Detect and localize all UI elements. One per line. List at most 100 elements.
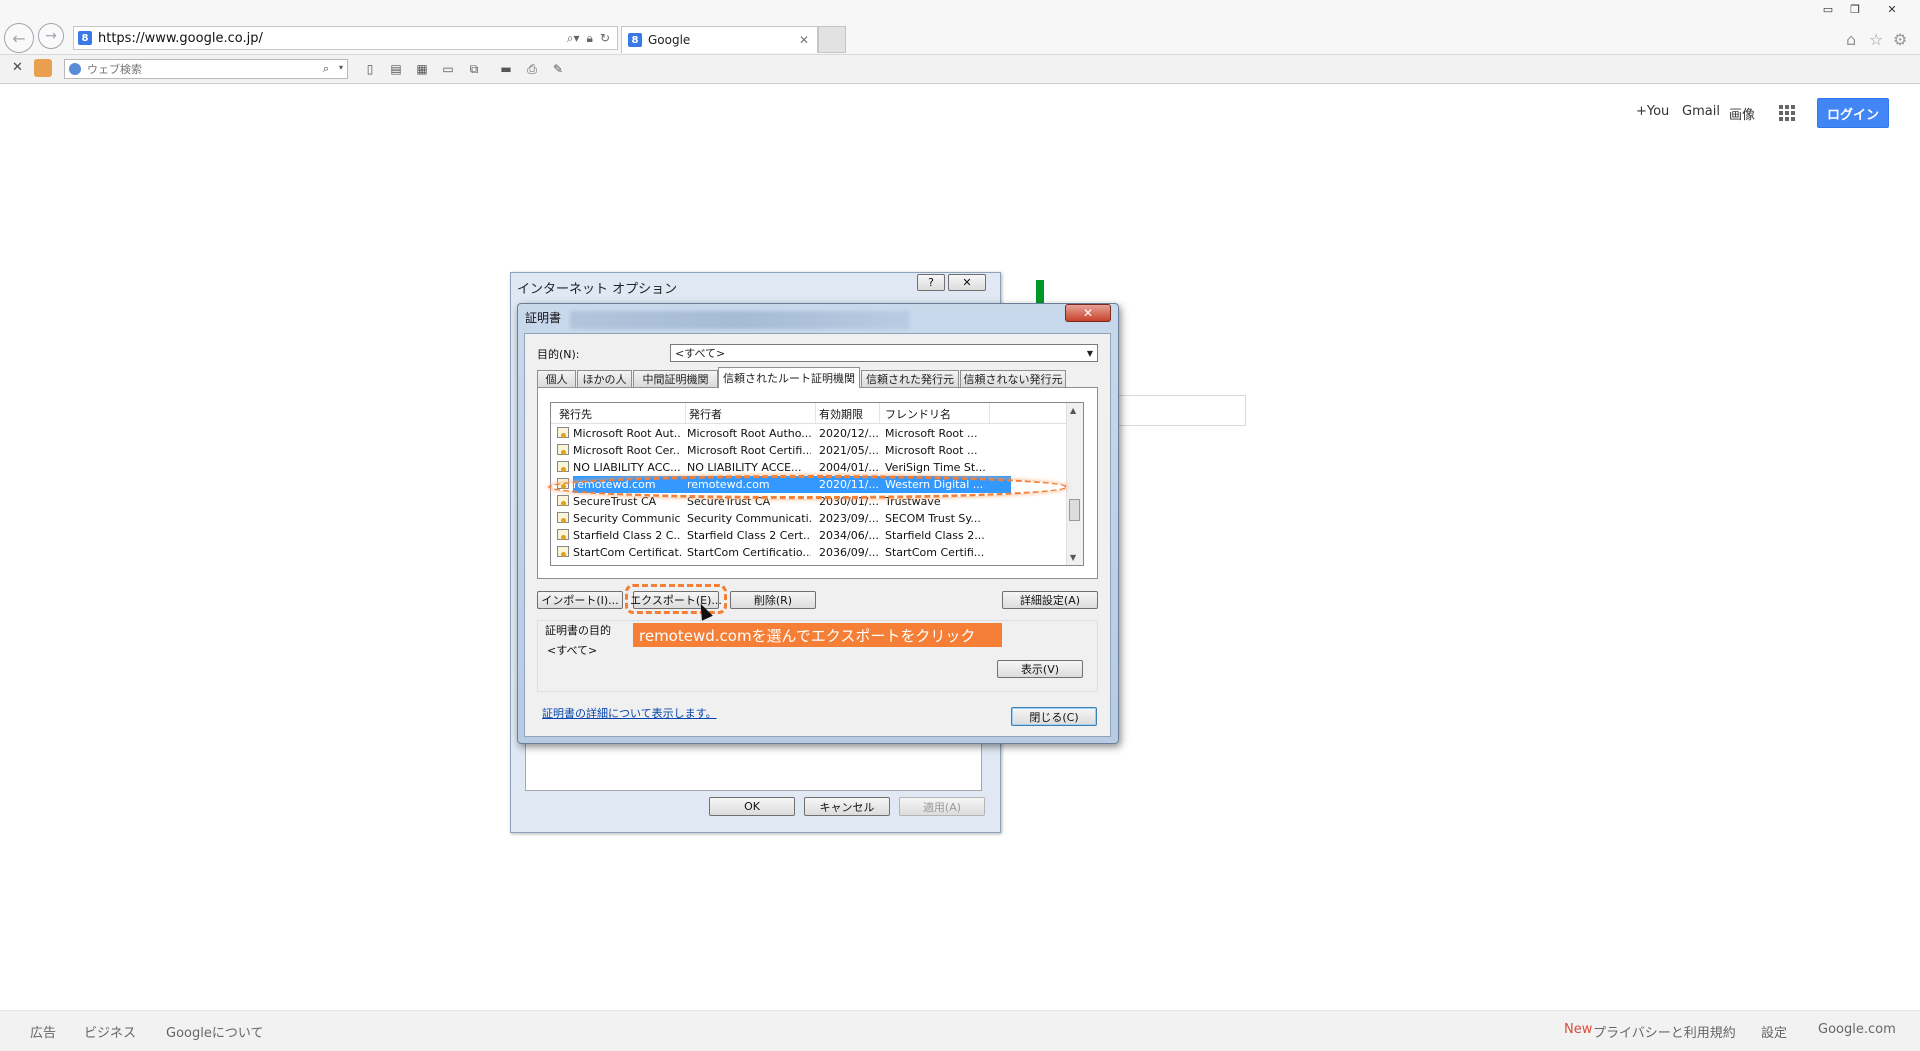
table-row[interactable]: Microsoft Root Cer... Microsoft Root Cer… xyxy=(551,442,1068,459)
io-ok-button[interactable]: OK xyxy=(709,797,795,816)
certificate-icon xyxy=(557,444,569,455)
page-icon[interactable]: ▯ xyxy=(362,61,378,77)
cell-friendly-name: Microsoft Root ... xyxy=(885,427,978,440)
io-close-button[interactable]: ✕ xyxy=(948,274,986,291)
purpose-label: 目的(N): xyxy=(537,348,580,361)
table-row[interactable]: NO LIABILITY ACC... NO LIABILITY ACCE...… xyxy=(551,459,1068,476)
cell-issued-by: StartCom Certificatio... xyxy=(687,546,811,559)
table-row[interactable]: Starfield Class 2 C... Starfield Class 2… xyxy=(551,527,1068,544)
cell-issued-to: Starfield Class 2 C... xyxy=(573,529,681,542)
purpose-select[interactable]: <すべて> ▼ xyxy=(670,344,1098,362)
annotation-highlight-export xyxy=(625,584,727,614)
tab-untrusted-publishers[interactable]: 信頼されない発行元 xyxy=(960,370,1066,387)
lock-icon[interactable]: 🔒︎ xyxy=(587,31,593,46)
cell-issued-to: Security Communic... xyxy=(573,512,681,525)
apps-grid-icon[interactable] xyxy=(1779,105,1795,121)
address-bar[interactable]: 8 https://www.google.co.jp/ ⌕▾ 🔒︎ ↻ xyxy=(73,26,618,50)
tab-personal[interactable]: 個人 xyxy=(537,370,576,387)
windows-icon[interactable]: ⧉ xyxy=(466,61,482,77)
search-provider-icon xyxy=(69,63,81,75)
table-row[interactable]: StartCom Certificat... StartCom Certific… xyxy=(551,544,1068,561)
window-close-button[interactable]: ✕ xyxy=(1868,0,1916,18)
footer-link-business[interactable]: ビジネス xyxy=(84,1022,136,1041)
footer-link-privacy[interactable]: プライバシーと利用規約 xyxy=(1593,1022,1736,1041)
scroll-thumb[interactable] xyxy=(1069,499,1080,521)
table-row[interactable]: Microsoft Root Aut... Microsoft Root Aut… xyxy=(551,425,1068,442)
minimize-button[interactable]: ▭ xyxy=(1815,0,1841,18)
restore-button[interactable]: ❐ xyxy=(1842,0,1868,18)
footer-link-ads[interactable]: 広告 xyxy=(30,1022,56,1041)
tools-gear-icon[interactable]: ⚙ xyxy=(1893,30,1907,49)
cell-issued-to: StartCom Certificat... xyxy=(573,546,681,559)
images-link[interactable]: 画像 xyxy=(1729,104,1755,123)
io-cancel-button[interactable]: キャンセル xyxy=(804,797,890,816)
browser-tab-google[interactable]: 8 Google ✕ xyxy=(621,26,818,53)
back-button[interactable]: ← xyxy=(4,23,34,53)
grid-icon[interactable]: ▦ xyxy=(414,61,430,77)
cell-issued-to: Microsoft Root Cer... xyxy=(573,444,681,457)
blurred-background-tabs xyxy=(570,311,910,329)
footer-new-badge: New xyxy=(1564,1022,1593,1037)
list-header: 発行先 発行者 有効期限 フレンドリ名 xyxy=(551,403,1068,424)
new-tab-button[interactable] xyxy=(818,26,846,53)
print-icon[interactable]: ⎙ xyxy=(524,61,540,77)
cell-issued-by: Security Communicati... xyxy=(687,512,811,525)
scroll-up-icon[interactable]: ▲ xyxy=(1070,406,1076,415)
close-toolbar-icon[interactable]: ✕ xyxy=(12,60,23,75)
chevron-down-icon: ▼ xyxy=(1086,348,1093,358)
certificate-details-link[interactable]: 証明書の詳細について表示します。 xyxy=(542,705,717,721)
view-button[interactable]: 表示(V) xyxy=(997,660,1083,678)
search-dropdown-icon[interactable]: ⌕▾ xyxy=(567,31,580,46)
certificate-icon xyxy=(557,495,569,506)
footer-link-settings[interactable]: 設定 xyxy=(1761,1022,1787,1041)
footer-link-about[interactable]: Googleについて xyxy=(166,1022,263,1041)
cell-friendly-name: Microsoft Root ... xyxy=(885,444,978,457)
delete-button[interactable]: 削除(R) xyxy=(730,591,816,609)
column-issued-by[interactable]: 発行者 xyxy=(689,406,722,422)
tab-close-icon[interactable]: ✕ xyxy=(799,33,809,47)
column-issued-to[interactable]: 発行先 xyxy=(559,406,592,422)
column-expiration[interactable]: 有効期限 xyxy=(819,406,863,422)
tab-favicon-icon: 8 xyxy=(628,33,642,47)
search-dropdown-icon[interactable]: ▾ xyxy=(339,63,343,72)
gmail-link[interactable]: Gmail xyxy=(1682,104,1720,119)
favorites-star-icon[interactable]: ☆ xyxy=(1869,30,1883,49)
io-help-button[interactable]: ? xyxy=(917,274,945,291)
column-friendly-name[interactable]: フレンドリ名 xyxy=(885,406,951,422)
forward-button[interactable]: → xyxy=(38,23,64,49)
footer-link-googlecom[interactable]: Google.com xyxy=(1818,1022,1896,1037)
web-search-input[interactable] xyxy=(85,61,319,77)
certificate-dialog-title: 証明書 xyxy=(525,311,562,325)
document-icon[interactable]: ▤ xyxy=(388,61,404,77)
cert-purpose-heading: 証明書の目的 xyxy=(545,624,611,637)
web-search-box[interactable]: ⌕ ▾ xyxy=(64,59,348,79)
cell-friendly-name: Starfield Class 2... xyxy=(885,529,985,542)
tab-other-people[interactable]: ほかの人 xyxy=(577,370,632,387)
tab-trusted-publishers[interactable]: 信頼された発行元 xyxy=(861,370,959,387)
tab-intermediate-ca[interactable]: 中間証明機関 xyxy=(633,370,718,387)
refresh-icon[interactable]: ↻ xyxy=(600,31,610,45)
advanced-button[interactable]: 詳細設定(A) xyxy=(1002,591,1098,609)
list-scrollbar[interactable]: ▲ ▼ xyxy=(1066,403,1083,565)
address-url[interactable]: https://www.google.co.jp/ xyxy=(98,31,567,46)
cell-issued-by: Microsoft Root Autho... xyxy=(687,427,811,440)
close-button[interactable]: 閉じる(C) xyxy=(1011,707,1097,726)
pin-icon[interactable]: ✎ xyxy=(550,61,566,77)
monitor-icon[interactable]: ▬ xyxy=(498,61,514,77)
tab-trusted-root-ca[interactable]: 信頼されたルート証明機関 xyxy=(718,367,860,388)
cell-issued-by: Microsoft Root Certifi... xyxy=(687,444,811,457)
login-button[interactable]: ログイン xyxy=(1817,98,1889,128)
scroll-down-icon[interactable]: ▼ xyxy=(1070,553,1076,562)
io-content-panel xyxy=(525,740,982,791)
search-magnifier-icon[interactable]: ⌕ xyxy=(323,62,329,76)
certificate-close-button[interactable]: ✕ xyxy=(1065,304,1111,322)
google-search-input[interactable] xyxy=(1110,395,1246,426)
internet-options-title: インターネット オプション xyxy=(517,282,678,297)
window-icon[interactable]: ▭ xyxy=(440,61,456,77)
io-apply-button[interactable]: 適用(A) xyxy=(899,797,985,816)
home-icon[interactable]: ⌂ xyxy=(1846,30,1856,49)
table-row[interactable]: Security Communic... Security Communicat… xyxy=(551,510,1068,527)
plus-you-link[interactable]: +You xyxy=(1636,104,1669,119)
import-button[interactable]: インポート(I)... xyxy=(537,591,623,609)
toolbar-app-icon[interactable] xyxy=(34,59,52,77)
